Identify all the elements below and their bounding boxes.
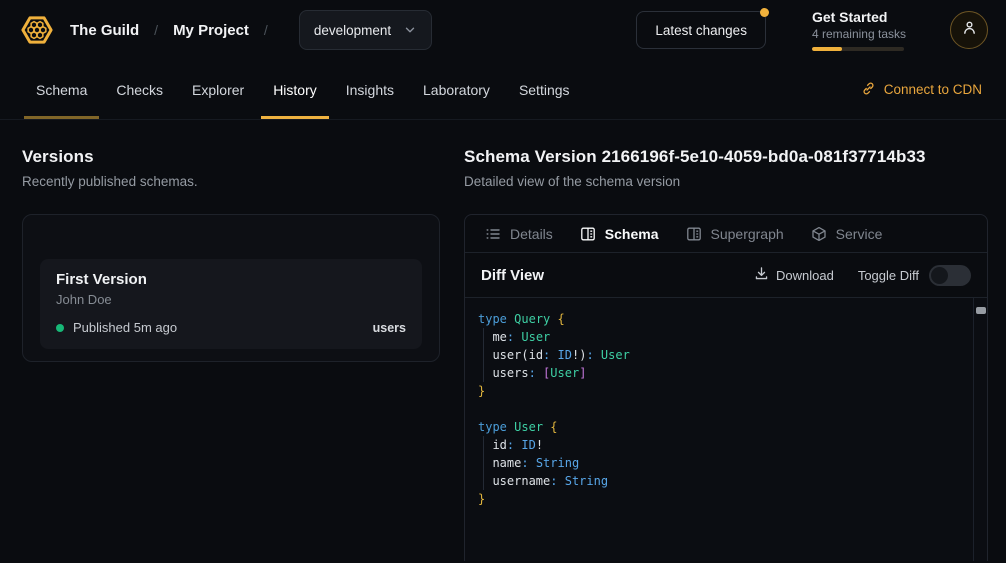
latest-changes-button[interactable]: Latest changes (636, 11, 766, 49)
indent-guide (483, 328, 484, 346)
get-started-title: Get Started (812, 9, 906, 25)
nav-tab-checks[interactable]: Checks (104, 60, 175, 119)
diff-actions: Download Toggle Diff (754, 265, 971, 286)
schema-code-viewer: type Query { me: User user(id: ID!): Use… (465, 298, 987, 561)
nav-tab-explorer[interactable]: Explorer (180, 60, 256, 119)
columns-icon (580, 226, 596, 242)
version-service-badge: users (373, 321, 406, 335)
nav-tab-laboratory[interactable]: Laboratory (411, 60, 502, 119)
toggle-diff-switch[interactable] (929, 265, 971, 286)
connect-to-cdn-button[interactable]: Connect to CDN (861, 81, 982, 99)
code-line (478, 400, 973, 418)
code-line: users: [User] (478, 364, 973, 382)
detail-tab-schema[interactable]: Schema (580, 226, 659, 242)
get-started-progress-fill (812, 47, 842, 51)
connect-to-cdn-label: Connect to CDN (884, 82, 982, 97)
versions-title: Versions (22, 147, 440, 167)
toggle-diff-group: Toggle Diff (858, 265, 971, 286)
detail-tab-label: Service (836, 226, 883, 242)
toggle-diff-label: Toggle Diff (858, 268, 919, 283)
detail-panel: Details Schema Supergraph Service Diff View… (464, 214, 988, 561)
breadcrumb-separator: / (154, 22, 158, 38)
version-list: First Version John Doe Published 5m ago use… (40, 259, 422, 349)
code-line: type User { (478, 418, 973, 436)
schema-version-subtitle: Detailed view of the schema version (464, 174, 988, 189)
versions-card: First Version John Doe Published 5m ago use… (22, 214, 440, 362)
main-content: Versions Recently published schemas. Fir… (0, 120, 1006, 561)
schema-code: type Query { me: User user(id: ID!): Use… (465, 298, 973, 561)
user-avatar[interactable] (950, 11, 988, 49)
nav-tab-history[interactable]: History (261, 60, 329, 119)
link-icon (861, 81, 876, 99)
code-line: id: ID! (478, 436, 973, 454)
get-started-subtitle: 4 remaining tasks (812, 27, 906, 41)
code-line: } (478, 382, 973, 400)
published-dot-icon (56, 324, 64, 332)
page-nav: SchemaChecksExplorerHistoryInsightsLabor… (0, 60, 1006, 120)
version-detail-panel: Schema Version 2166196f-5e10-4059-bd0a-0… (464, 120, 988, 561)
versions-panel: Versions Recently published schemas. Fir… (22, 120, 440, 561)
code-scrollbar-thumb[interactable] (976, 307, 986, 314)
nav-tab-schema[interactable]: Schema (24, 60, 99, 119)
nav-tab-settings[interactable]: Settings (507, 60, 582, 119)
get-started-widget[interactable]: Get Started 4 remaining tasks (812, 9, 906, 51)
code-line: me: User (478, 328, 973, 346)
version-author: John Doe (56, 292, 406, 307)
schema-version-title: Schema Version 2166196f-5e10-4059-bd0a-0… (464, 147, 988, 167)
indent-guide (483, 346, 484, 364)
breadcrumb-org[interactable]: The Guild (70, 22, 139, 39)
code-scrollbar-track[interactable] (973, 298, 987, 561)
version-status: Published 5m ago (73, 320, 177, 335)
indent-guide (483, 472, 484, 490)
version-list-item[interactable]: First Version John Doe Published 5m ago use… (40, 259, 422, 349)
download-icon (754, 266, 769, 284)
target-dropdown[interactable]: development (299, 10, 432, 50)
version-status-row: Published 5m ago users (56, 320, 406, 335)
code-line: user(id: ID!): User (478, 346, 973, 364)
detail-tab-details[interactable]: Details (485, 226, 553, 242)
version-name: First Version (56, 271, 406, 288)
code-line: name: String (478, 454, 973, 472)
latest-changes-label: Latest changes (655, 23, 747, 38)
detail-tab-label: Details (510, 226, 553, 242)
list-icon (485, 226, 501, 242)
indent-guide (483, 436, 484, 454)
versions-subtitle: Recently published schemas. (22, 174, 440, 189)
app-header: The Guild / My Project / development Lat… (0, 0, 1006, 60)
diff-view-toolbar: Diff View Download Toggle Diff (465, 253, 987, 298)
code-line: } (478, 490, 973, 508)
columns-icon (686, 226, 702, 242)
target-dropdown-value: development (314, 23, 391, 38)
detail-tab-label: Supergraph (711, 226, 784, 242)
nav-tab-insights[interactable]: Insights (334, 60, 406, 119)
breadcrumb-separator: / (264, 22, 268, 38)
chevron-down-icon (403, 23, 417, 37)
download-button[interactable]: Download (754, 266, 834, 284)
code-line: type Query { (478, 310, 973, 328)
detail-tab-label: Schema (605, 226, 659, 242)
detail-tab-supergraph[interactable]: Supergraph (686, 226, 784, 242)
download-label: Download (776, 268, 834, 283)
diff-view-title: Diff View (481, 267, 544, 284)
detail-tabs: Details Schema Supergraph Service (465, 215, 987, 253)
code-line: username: String (478, 472, 973, 490)
hive-logo-icon[interactable] (18, 11, 56, 49)
detail-tab-service[interactable]: Service (811, 226, 883, 242)
indent-guide (483, 364, 484, 382)
indent-guide (483, 454, 484, 472)
cube-icon (811, 226, 827, 242)
get-started-progress-track (812, 47, 904, 51)
nav-tabs: SchemaChecksExplorerHistoryInsightsLabor… (24, 60, 587, 119)
toggle-diff-knob (931, 267, 948, 284)
notification-dot (760, 8, 769, 17)
person-icon (961, 19, 978, 41)
breadcrumb-project[interactable]: My Project (173, 22, 249, 39)
